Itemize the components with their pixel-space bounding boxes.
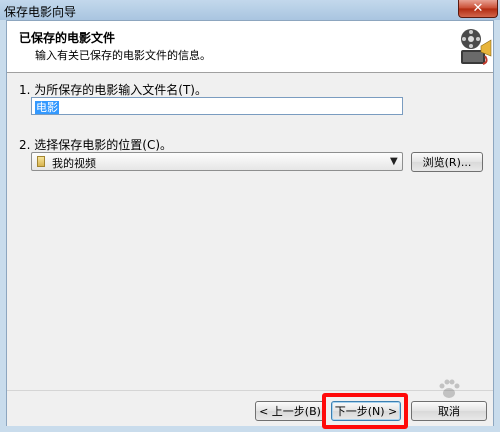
paw-logo-icon xyxy=(439,379,460,398)
location-dropdown[interactable]: 我的视频 ▼ xyxy=(31,152,403,171)
close-button[interactable]: ✕ xyxy=(458,0,498,18)
filename-value: 电影 xyxy=(35,101,59,114)
watermark xyxy=(414,374,496,426)
next-button[interactable]: 下一步(N) > xyxy=(331,401,401,421)
location-label: 2. 选择保存电影的位置(C)。 xyxy=(19,138,173,152)
header-subtitle: 输入有关已保存的电影文件的信息。 xyxy=(35,49,211,62)
film-reel-icon xyxy=(461,29,492,65)
folder-icon xyxy=(37,156,45,167)
location-value: 我的视频 xyxy=(52,157,96,170)
back-button[interactable]: < 上一步(B) xyxy=(255,401,325,421)
header-title: 已保存的电影文件 xyxy=(19,31,116,45)
filename-label: 1. 为所保存的电影输入文件名(T)。 xyxy=(19,83,207,97)
window-title: 保存电影向导 xyxy=(4,5,77,19)
browse-button[interactable]: 浏览(R)... xyxy=(411,152,483,172)
title-bar: 保存电影向导 xyxy=(0,0,500,20)
wizard-header: 已保存的电影文件 输入有关已保存的电影文件的信息。 xyxy=(7,21,493,73)
close-icon: ✕ xyxy=(472,1,484,16)
chevron-down-icon[interactable]: ▼ xyxy=(390,156,398,167)
wizard-body: 已保存的电影文件 输入有关已保存的电影文件的信息。 1. 为所保存的电影输入文件… xyxy=(6,20,494,426)
filename-input[interactable]: 电影 xyxy=(31,97,403,115)
